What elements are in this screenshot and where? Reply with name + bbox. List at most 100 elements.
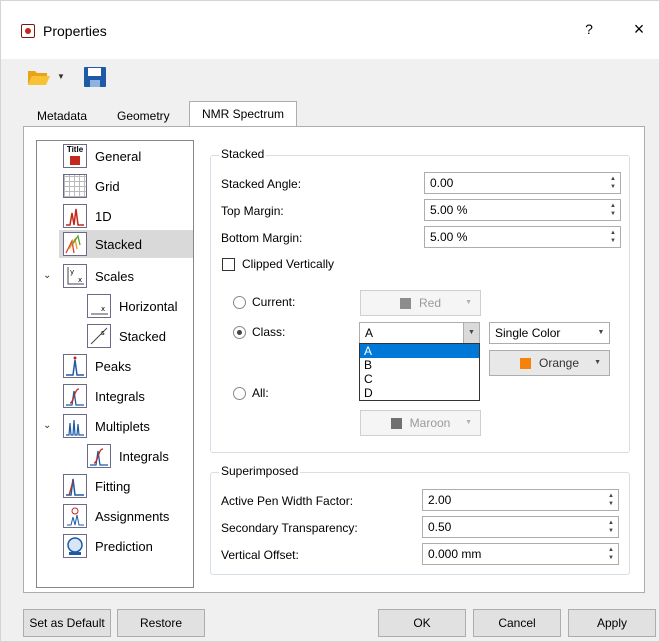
- tree-item-stacked[interactable]: Stacked: [59, 230, 193, 258]
- color-name: Maroon: [409, 416, 451, 430]
- bottom-margin-spinbox[interactable]: 5.00 % ▲ ▼: [424, 226, 621, 248]
- spectrum-1d-icon: [63, 204, 87, 228]
- tree-item-label: General: [95, 148, 142, 164]
- spin-arrows-icon[interactable]: ▲ ▼: [608, 202, 618, 218]
- tree-item-assignments[interactable]: Assignments: [63, 502, 169, 530]
- dropdown-option-b[interactable]: B: [360, 358, 479, 372]
- dropdown-option-c[interactable]: C: [360, 372, 479, 386]
- save-icon[interactable]: [83, 66, 107, 88]
- chevron-down-icon[interactable]: ▼: [594, 359, 601, 366]
- tree-item-prediction[interactable]: Prediction: [63, 532, 153, 560]
- combo-value: Single Color: [495, 326, 561, 340]
- transparency-label: Secondary Transparency:: [221, 521, 358, 535]
- pen-width-spinbox[interactable]: 2.00 ▲ ▼: [422, 489, 619, 511]
- chevron-down-icon[interactable]: ▼: [593, 323, 609, 343]
- all-color-button: Maroon ▼: [360, 410, 481, 436]
- chevron-down-icon[interactable]: ▼: [463, 323, 479, 343]
- tree-item-multiplet-integrals[interactable]: Integrals: [87, 442, 169, 470]
- spin-arrows-icon[interactable]: ▲ ▼: [606, 492, 616, 508]
- tree-item-label: Integrals: [95, 388, 145, 404]
- spin-value: 5.00 %: [430, 230, 468, 244]
- tab-metadata[interactable]: Metadata: [31, 105, 93, 127]
- ok-button[interactable]: OK: [378, 609, 466, 637]
- help-button[interactable]: ?: [581, 21, 597, 37]
- spin-arrows-icon[interactable]: ▲ ▼: [606, 546, 616, 562]
- tree-item-1d[interactable]: 1D: [63, 202, 112, 230]
- spin-value: 0.50: [428, 520, 452, 534]
- tab-geometry[interactable]: Geometry: [111, 105, 176, 127]
- chevron-down-icon[interactable]: ▼: [57, 72, 65, 81]
- all-label: All:: [252, 386, 269, 400]
- horizontal-scale-icon: x: [87, 294, 111, 318]
- top-margin-spinbox[interactable]: 5.00 % ▲ ▼: [424, 199, 621, 221]
- tree-item-label: Fitting: [95, 478, 131, 494]
- current-radio[interactable]: [233, 296, 246, 309]
- spin-arrows-icon[interactable]: ▲ ▼: [608, 175, 618, 191]
- tree-item-multiplets[interactable]: Multiplets: [63, 412, 150, 440]
- spin-value: 0.00: [430, 176, 454, 190]
- tree-item-label: Scales: [95, 268, 135, 284]
- category-tree: Title General Grid 1D Stacked ⌄ y x Scal…: [36, 140, 194, 588]
- class-dropdown-list: A B C D: [359, 343, 480, 401]
- tree-item-peaks[interactable]: Peaks: [63, 352, 131, 380]
- clipped-vertically-checkbox[interactable]: [222, 258, 235, 271]
- spin-value: 2.00: [428, 493, 452, 507]
- folder-open-icon[interactable]: [27, 68, 51, 86]
- properties-dialog: Properties ? × ▼ Metadata Geometry NMR S…: [0, 0, 660, 642]
- class-combobox[interactable]: A ▼: [359, 322, 480, 344]
- tree-item-label: 1D: [95, 208, 112, 224]
- toolbar: ▼: [1, 59, 659, 107]
- tree-item-label: Prediction: [95, 538, 153, 554]
- vertical-offset-spinbox[interactable]: 0.000 mm ▲ ▼: [422, 543, 619, 565]
- restore-button[interactable]: Restore: [117, 609, 205, 637]
- svg-text:x: x: [101, 305, 105, 313]
- scales-icon: yx: [63, 264, 87, 288]
- app-icon: [21, 24, 35, 38]
- set-as-default-button[interactable]: Set as Default: [23, 609, 111, 637]
- class-radio[interactable]: [233, 326, 246, 339]
- tree-item-label: Grid: [95, 178, 120, 194]
- chevron-down-icon[interactable]: ⌄: [43, 270, 51, 281]
- title-bar: Properties ? ×: [1, 1, 659, 59]
- svg-text:y: y: [70, 268, 74, 276]
- tab-nmr-spectrum[interactable]: NMR Spectrum: [189, 101, 298, 127]
- all-radio[interactable]: [233, 387, 246, 400]
- tree-item-horizontal[interactable]: x Horizontal: [87, 292, 178, 320]
- tree-item-label: Multiplets: [95, 418, 150, 434]
- chevron-down-icon[interactable]: ⌄: [43, 420, 51, 431]
- tree-item-grid[interactable]: Grid: [63, 172, 120, 200]
- bottom-margin-label: Bottom Margin:: [221, 231, 303, 245]
- combo-value: A: [365, 326, 374, 340]
- apply-button[interactable]: Apply: [568, 609, 656, 637]
- group-title: Stacked: [219, 147, 267, 161]
- peaks-icon: [63, 354, 87, 378]
- tree-item-label: Stacked: [95, 236, 142, 252]
- top-margin-label: Top Margin:: [221, 204, 284, 218]
- dropdown-option-d[interactable]: D: [360, 386, 479, 400]
- class-color-button[interactable]: Orange ▼: [489, 350, 610, 376]
- title-icon: Title: [63, 144, 87, 168]
- tree-item-integrals[interactable]: Integrals: [63, 382, 145, 410]
- tree-item-scales[interactable]: yx Scales: [63, 262, 134, 290]
- tree-item-general[interactable]: Title General: [63, 142, 141, 170]
- chevron-down-icon: ▼: [465, 419, 472, 426]
- stacked-scale-icon: s: [87, 324, 111, 348]
- color-swatch: [519, 357, 531, 369]
- integrals-icon: [63, 384, 87, 408]
- tree-item-fitting[interactable]: Fitting: [63, 472, 130, 500]
- spin-arrows-icon[interactable]: ▲ ▼: [606, 519, 616, 535]
- current-color-button: Red ▼: [360, 290, 481, 316]
- fitting-icon: [63, 474, 87, 498]
- stacked-angle-label: Stacked Angle:: [221, 177, 302, 191]
- color-name: Red: [418, 296, 441, 310]
- cancel-button[interactable]: Cancel: [473, 609, 561, 637]
- dropdown-option-a[interactable]: A: [360, 344, 479, 358]
- group-title: Superimposed: [219, 464, 301, 478]
- tree-item-stacked-scale[interactable]: s Stacked: [87, 322, 166, 350]
- stacked-angle-spinbox[interactable]: 0.00 ▲ ▼: [424, 172, 621, 194]
- color-mode-combobox[interactable]: Single Color ▼: [489, 322, 610, 344]
- spin-arrows-icon[interactable]: ▲ ▼: [608, 229, 618, 245]
- transparency-spinbox[interactable]: 0.50 ▲ ▼: [422, 516, 619, 538]
- close-button[interactable]: ×: [631, 19, 647, 40]
- tree-item-label: Stacked: [119, 328, 166, 344]
